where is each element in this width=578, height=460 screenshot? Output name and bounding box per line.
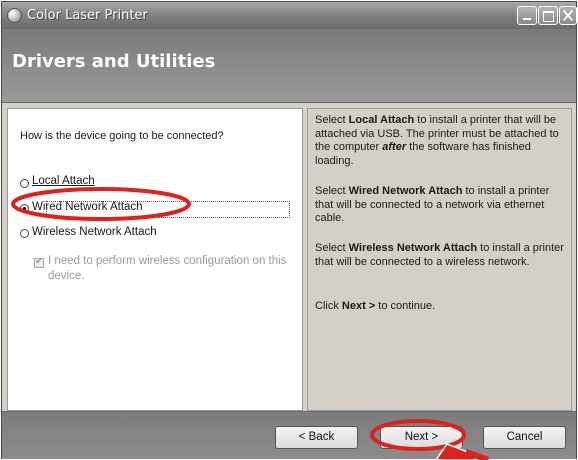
connection-options-panel: How is the device going to be connected?… [7,108,303,411]
minimize-button[interactable] [517,6,537,25]
local-attach-label[interactable]: Local Attach [32,175,95,187]
page-title: Drivers and Utilities [12,51,216,72]
help-wired-network-attach: Select Wired Network Attach to install a… [315,185,550,224]
close-button[interactable] [559,6,577,25]
help-local-attach: Select Local Attach to install a printer… [315,114,559,167]
title-bar[interactable]: Color Laser Printer [2,2,577,29]
maximize-icon [543,11,554,22]
help-wireless-network-attach: Select Wireless Network Attach to instal… [315,242,564,268]
connection-question: How is the device going to be connected? [20,130,224,142]
wireless-config-checkbox[interactable] [34,256,44,268]
wireless-network-attach-label[interactable]: Wireless Network Attach [32,226,157,238]
minimize-icon [523,18,531,20]
local-attach-radio[interactable] [20,179,29,188]
back-button[interactable]: < Back [275,426,358,449]
wireless-network-attach-radio[interactable] [20,229,29,238]
installer-window: Color Laser Printer Drivers and Utilitie… [1,1,577,459]
wired-network-attach-radio[interactable] [20,204,29,213]
next-button[interactable]: Next > [380,426,463,449]
printer-app-icon [7,8,22,23]
button-bar: < Back Next > Cancel [2,411,576,459]
window-title: Color Laser Printer [27,8,148,23]
close-icon [562,10,574,21]
wired-network-attach-label[interactable]: Wired Network Attach [32,201,143,213]
cancel-button[interactable]: Cancel [483,426,566,449]
wireless-config-label: I need to perform wireless configuration… [48,255,287,282]
maximize-button[interactable] [538,6,558,25]
wizard-header: Drivers and Utilities [2,29,576,103]
help-panel: Select Local Attach to install a printer… [307,108,572,411]
help-continue: Click Next > to continue. [315,300,436,312]
